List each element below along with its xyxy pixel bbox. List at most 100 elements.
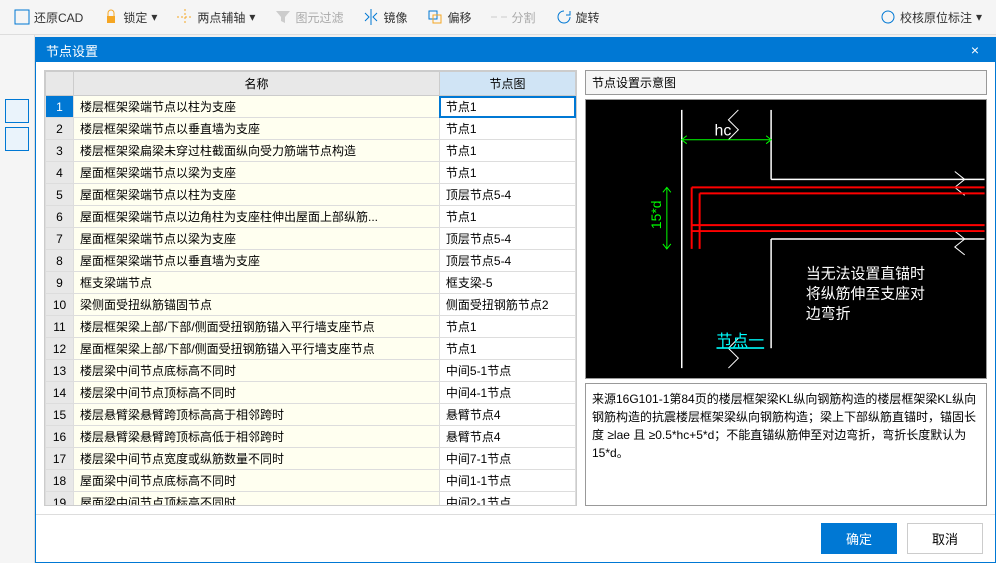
row-name[interactable]: 楼层框架梁扁梁未穿过柱截面纵向受力筋端节点构造 (74, 140, 440, 162)
row-index: 5 (46, 184, 74, 206)
row-index: 8 (46, 250, 74, 272)
row-node[interactable]: 顶层节点5-4 (439, 228, 575, 250)
row-name[interactable]: 楼层梁中间节点顶标高不同时 (74, 382, 440, 404)
row-node[interactable]: 顶层节点5-4 (439, 184, 575, 206)
row-name[interactable]: 楼层框架梁上部/下部/侧面受扭钢筋锚入平行墙支座节点 (74, 316, 440, 338)
row-index: 7 (46, 228, 74, 250)
table-row[interactable]: 3楼层框架梁扁梁未穿过柱截面纵向受力筋端节点构造节点1 (46, 140, 576, 162)
split-button[interactable]: 分割 (485, 7, 541, 28)
ok-button[interactable]: 确定 (821, 523, 897, 554)
left-tool-2-icon[interactable] (5, 127, 29, 151)
col-rownum (46, 72, 74, 96)
row-node[interactable]: 节点1 (439, 338, 575, 360)
row-node[interactable]: 悬臂节点4 (439, 426, 575, 448)
table-row[interactable]: 18屋面梁中间节点底标高不同时中间1-1节点 (46, 470, 576, 492)
filter-icon (275, 9, 291, 25)
row-node[interactable]: 悬臂节点4 (439, 404, 575, 426)
table-row[interactable]: 16楼层悬臂梁悬臂跨顶标高低于相邻跨时悬臂节点4 (46, 426, 576, 448)
two-point-aux-button[interactable]: 两点辅轴 ▾ (171, 7, 261, 28)
row-node[interactable]: 节点1 (439, 206, 575, 228)
row-name[interactable]: 楼层悬臂梁悬臂跨顶标高高于相邻跨时 (74, 404, 440, 426)
cancel-button[interactable]: 取消 (907, 523, 983, 554)
row-index: 12 (46, 338, 74, 360)
table-row[interactable]: 4屋面框架梁端节点以梁为支座节点1 (46, 162, 576, 184)
row-index: 19 (46, 492, 74, 507)
row-node[interactable]: 节点1 (439, 316, 575, 338)
row-node[interactable]: 中间4-1节点 (439, 382, 575, 404)
row-name[interactable]: 楼层梁中间节点底标高不同时 (74, 360, 440, 382)
rotate-button[interactable]: 旋转 (550, 7, 606, 28)
row-index: 11 (46, 316, 74, 338)
element-filter-button[interactable]: 图元过滤 (269, 7, 349, 28)
axis-icon (177, 9, 193, 25)
table-row[interactable]: 5屋面框架梁端节点以柱为支座顶层节点5-4 (46, 184, 576, 206)
modal-titlebar[interactable]: 节点设置 × (36, 38, 995, 62)
node-table: 名称 节点图 1楼层框架梁端节点以柱为支座节点12楼层框架梁端节点以垂直墙为支座… (45, 71, 576, 506)
modal-title-text: 节点设置 (46, 41, 98, 60)
table-row[interactable]: 7屋面框架梁端节点以梁为支座顶层节点5-4 (46, 228, 576, 250)
table-row[interactable]: 17楼层梁中间节点宽度或纵筋数量不同时中间7-1节点 (46, 448, 576, 470)
row-name[interactable]: 屋面框架梁端节点以梁为支座 (74, 228, 440, 250)
table-row[interactable]: 10梁侧面受扭纵筋锚固节点侧面受扭钢筋节点2 (46, 294, 576, 316)
row-index: 17 (46, 448, 74, 470)
left-tool-1-icon[interactable] (5, 99, 29, 123)
table-row[interactable]: 12屋面框架梁上部/下部/侧面受扭钢筋锚入平行墙支座节点节点1 (46, 338, 576, 360)
anno-line-3: 边弯折 (806, 305, 851, 322)
node-caption: 节点一 (717, 332, 765, 350)
row-node[interactable]: 中间1-1节点 (439, 470, 575, 492)
close-icon[interactable]: × (965, 42, 985, 58)
table-row[interactable]: 9框支梁端节点框支梁-5 (46, 272, 576, 294)
table-row[interactable]: 8屋面框架梁端节点以垂直墙为支座顶层节点5-4 (46, 250, 576, 272)
left-vertical-toolbar (0, 35, 35, 563)
row-name[interactable]: 屋面框架梁上部/下部/侧面受扭钢筋锚入平行墙支座节点 (74, 338, 440, 360)
row-node[interactable]: 框支梁-5 (439, 272, 575, 294)
row-node[interactable]: 顶层节点5-4 (439, 250, 575, 272)
row-name[interactable]: 楼层梁中间节点宽度或纵筋数量不同时 (74, 448, 440, 470)
mirror-button[interactable]: 镜像 (357, 7, 413, 28)
table-row[interactable]: 1楼层框架梁端节点以柱为支座节点1 (46, 96, 576, 118)
table-row[interactable]: 19屋面梁中间节点顶标高不同时中间2-1节点 (46, 492, 576, 507)
restore-cad-button[interactable]: 还原CAD (8, 7, 89, 28)
check-origin-button[interactable]: 校核原位标注 ▾ (874, 7, 988, 28)
modal-footer: 确定 取消 (36, 514, 995, 562)
ribbon-toolbar: 还原CAD 锁定 ▾ 两点辅轴 ▾ 图元过滤 镜像 偏移 分割 旋转 校核原位标… (0, 0, 996, 35)
row-name[interactable]: 楼层框架梁端节点以垂直墙为支座 (74, 118, 440, 140)
lock-button[interactable]: 锁定 ▾ (97, 7, 163, 28)
row-index: 3 (46, 140, 74, 162)
lock-icon (103, 9, 119, 25)
row-name[interactable]: 梁侧面受扭纵筋锚固节点 (74, 294, 440, 316)
preview-canvas: hc 15*d 当无法设置直锚时 将纵筋伸至支座对 边弯折 节点一 (585, 99, 987, 379)
row-name[interactable]: 楼层悬臂梁悬臂跨顶标高低于相邻跨时 (74, 426, 440, 448)
node-table-container[interactable]: 名称 节点图 1楼层框架梁端节点以柱为支座节点12楼层框架梁端节点以垂直墙为支座… (44, 70, 577, 506)
table-row[interactable]: 11楼层框架梁上部/下部/侧面受扭钢筋锚入平行墙支座节点节点1 (46, 316, 576, 338)
table-row[interactable]: 15楼层悬臂梁悬臂跨顶标高高于相邻跨时悬臂节点4 (46, 404, 576, 426)
row-node[interactable]: 中间5-1节点 (439, 360, 575, 382)
row-name[interactable]: 框支梁端节点 (74, 272, 440, 294)
row-node[interactable]: 节点1 (439, 140, 575, 162)
table-row[interactable]: 2楼层框架梁端节点以垂直墙为支座节点1 (46, 118, 576, 140)
row-name[interactable]: 楼层框架梁端节点以柱为支座 (74, 96, 440, 118)
row-node[interactable]: 节点1 (439, 118, 575, 140)
col-name[interactable]: 名称 (74, 72, 440, 96)
check-icon (880, 9, 896, 25)
offset-button[interactable]: 偏移 (421, 7, 477, 28)
table-row[interactable]: 14楼层梁中间节点顶标高不同时中间4-1节点 (46, 382, 576, 404)
row-name[interactable]: 屋面框架梁端节点以梁为支座 (74, 162, 440, 184)
col-node[interactable]: 节点图 (439, 72, 575, 96)
row-name[interactable]: 屋面梁中间节点底标高不同时 (74, 470, 440, 492)
row-name[interactable]: 屋面框架梁端节点以垂直墙为支座 (74, 250, 440, 272)
table-row[interactable]: 13楼层梁中间节点底标高不同时中间5-1节点 (46, 360, 576, 382)
table-row[interactable]: 6屋面框架梁端节点以边角柱为支座柱伸出屋面上部纵筋...节点1 (46, 206, 576, 228)
row-node[interactable]: 侧面受扭钢筋节点2 (439, 294, 575, 316)
row-index: 16 (46, 426, 74, 448)
row-name[interactable]: 屋面框架梁端节点以柱为支座 (74, 184, 440, 206)
row-name[interactable]: 屋面梁中间节点顶标高不同时 (74, 492, 440, 507)
row-node[interactable]: 中间2-1节点 (439, 492, 575, 507)
row-index: 1 (46, 96, 74, 118)
row-node[interactable]: 节点1 (439, 162, 575, 184)
split-icon (491, 9, 507, 25)
row-node[interactable]: 中间7-1节点 (439, 448, 575, 470)
row-node[interactable]: 节点1 (439, 96, 575, 118)
row-name[interactable]: 屋面框架梁端节点以边角柱为支座柱伸出屋面上部纵筋... (74, 206, 440, 228)
row-index: 18 (46, 470, 74, 492)
